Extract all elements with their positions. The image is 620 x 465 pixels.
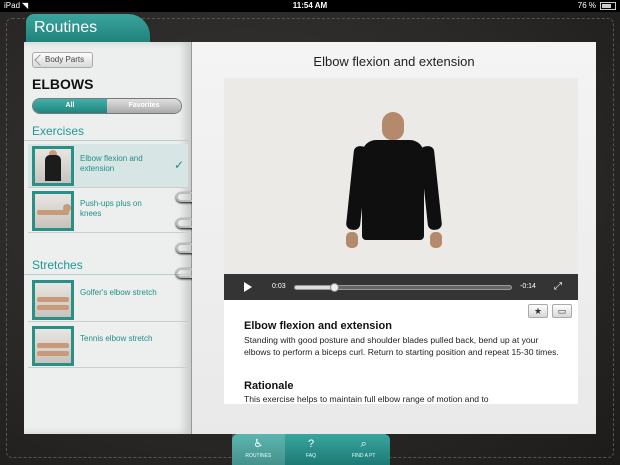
display-mode-button[interactable]: ▭ bbox=[552, 304, 572, 318]
video-title: Elbow flexion and extension bbox=[313, 54, 475, 69]
scrubber[interactable] bbox=[294, 283, 512, 292]
remaining-time: -0:14 bbox=[520, 283, 536, 290]
rectangle-icon: ▭ bbox=[557, 306, 567, 316]
stretch-thumbnail bbox=[32, 326, 74, 366]
clock: 11:54 AM bbox=[292, 1, 328, 10]
question-icon: ? bbox=[307, 438, 315, 450]
divider bbox=[24, 274, 191, 275]
video-frame bbox=[344, 112, 444, 262]
fullscreen-icon[interactable]: ⤢ bbox=[554, 281, 562, 292]
scrubber-handle[interactable] bbox=[329, 283, 339, 292]
person-icon: ♿︎ bbox=[253, 438, 264, 450]
star-icon: ★ bbox=[533, 306, 543, 316]
tab-label: ROUTINES bbox=[245, 453, 272, 459]
list-item[interactable]: Tennis elbow stretch bbox=[28, 324, 188, 368]
search-icon: ⌕ bbox=[360, 438, 367, 450]
video-player[interactable]: 0:03 -0:14 ⤢ bbox=[224, 78, 578, 300]
chevron-left-icon bbox=[34, 54, 46, 66]
tab-find-a-pt[interactable]: ⌕ FIND A PT bbox=[337, 434, 390, 465]
tab-label: FIND A PT bbox=[351, 453, 376, 459]
back-button[interactable]: Body Parts bbox=[32, 52, 94, 68]
exercise-details: ★ ▭ Elbow flexion and extension Standing… bbox=[224, 300, 578, 404]
filter-all[interactable]: All bbox=[33, 99, 107, 113]
list-item-label: Elbow flexion and extension bbox=[80, 154, 143, 173]
list-item[interactable]: Elbow flexion and extension ✓ bbox=[28, 144, 188, 188]
filter-favorites[interactable]: Favorites bbox=[107, 99, 181, 113]
exercise-thumbnail bbox=[32, 146, 74, 186]
bottom-tab-bar: ♿︎ ROUTINES ? FAQ ⌕ FIND A PT bbox=[232, 434, 390, 465]
list-item[interactable]: Golfer's elbow stretch bbox=[28, 278, 188, 322]
back-button-label: Body Parts bbox=[45, 55, 85, 64]
routines-header-tab: Routines bbox=[26, 14, 150, 44]
list-item-label: Golfer's elbow stretch bbox=[80, 288, 157, 297]
section-title-exercises: Exercises bbox=[32, 124, 85, 138]
sidebar-page: Body Parts ELBOWS All Favorites Exercise… bbox=[24, 42, 192, 434]
video-controls: 0:03 -0:14 ⤢ bbox=[224, 274, 578, 300]
favorite-star-button[interactable]: ★ bbox=[528, 304, 548, 318]
list-item-label: Tennis elbow stretch bbox=[80, 334, 153, 343]
battery-percent: 76 % bbox=[577, 1, 596, 10]
section-title-stretches: Stretches bbox=[32, 258, 83, 272]
status-bar: iPad ◥ 11:54 AM 76 % bbox=[0, 0, 620, 12]
exercise-thumbnail bbox=[32, 191, 74, 231]
list-item[interactable]: Push-ups plus on knees bbox=[28, 189, 188, 233]
exercise-description: Standing with good posture and shoulder … bbox=[244, 335, 559, 357]
rationale-description: This exercise helps to maintain full elb… bbox=[244, 394, 489, 404]
filter-segmented-control: All Favorites bbox=[32, 98, 182, 114]
rationale-title: Rationale bbox=[244, 380, 294, 392]
stretch-thumbnail bbox=[32, 280, 74, 320]
divider bbox=[24, 140, 191, 141]
current-time: 0:03 bbox=[272, 283, 286, 290]
play-icon[interactable] bbox=[244, 282, 252, 292]
tab-faq[interactable]: ? FAQ bbox=[285, 434, 338, 465]
content-page: Elbow flexion and extension 0:03 -0:14 ⤢… bbox=[192, 42, 596, 434]
page-title: ELBOWS bbox=[32, 76, 94, 92]
list-item-label: Push-ups plus on knees bbox=[80, 199, 142, 218]
battery-icon bbox=[600, 2, 616, 10]
tab-label: FAQ bbox=[306, 453, 317, 459]
tab-routines[interactable]: ♿︎ ROUTINES bbox=[232, 434, 285, 465]
checkmark-icon: ✓ bbox=[173, 158, 184, 172]
exercise-title: Elbow flexion and extension bbox=[244, 320, 392, 332]
